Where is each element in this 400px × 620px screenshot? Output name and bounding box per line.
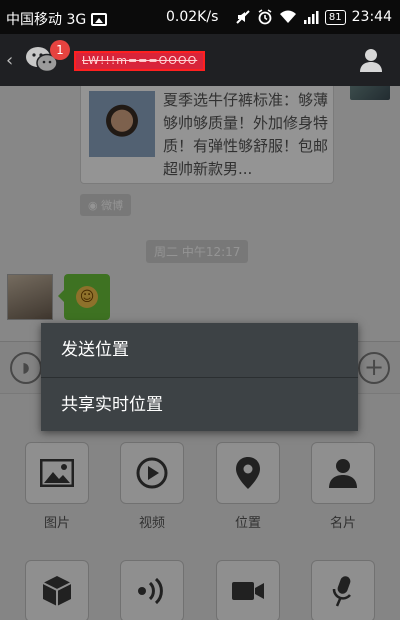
alarm-icon [258,9,272,25]
network-speed: 0.02K/s [166,9,219,25]
status-left: 中国移动 3G [6,9,108,29]
unread-badge: 1 [50,40,70,60]
menu-item-share-live-location[interactable]: 共享实时位置 [41,377,358,431]
mute-icon [236,10,250,24]
wifi-icon [279,10,296,23]
menu-item-send-location[interactable]: 发送位置 [41,323,358,377]
status-right: 81 23:44 [235,9,392,25]
status-bar: 中国移动 3G 0.02K/s 81 23:44 [0,0,400,34]
signal-icon [303,11,319,24]
back-chevron-icon[interactable]: ‹ [6,50,13,71]
profile-icon[interactable] [358,47,384,73]
carrier-label: 中国移动 3G [6,12,87,28]
battery-indicator: 81 [324,9,346,25]
screenshot-icon [91,12,108,26]
title-bar: ‹ 1 LW!!!m===OOOO [0,34,400,86]
contact-name: LW!!!m===OOOO [74,51,206,71]
clock: 23:44 [351,9,392,25]
location-context-menu: 发送位置 共享实时位置 [41,323,358,431]
